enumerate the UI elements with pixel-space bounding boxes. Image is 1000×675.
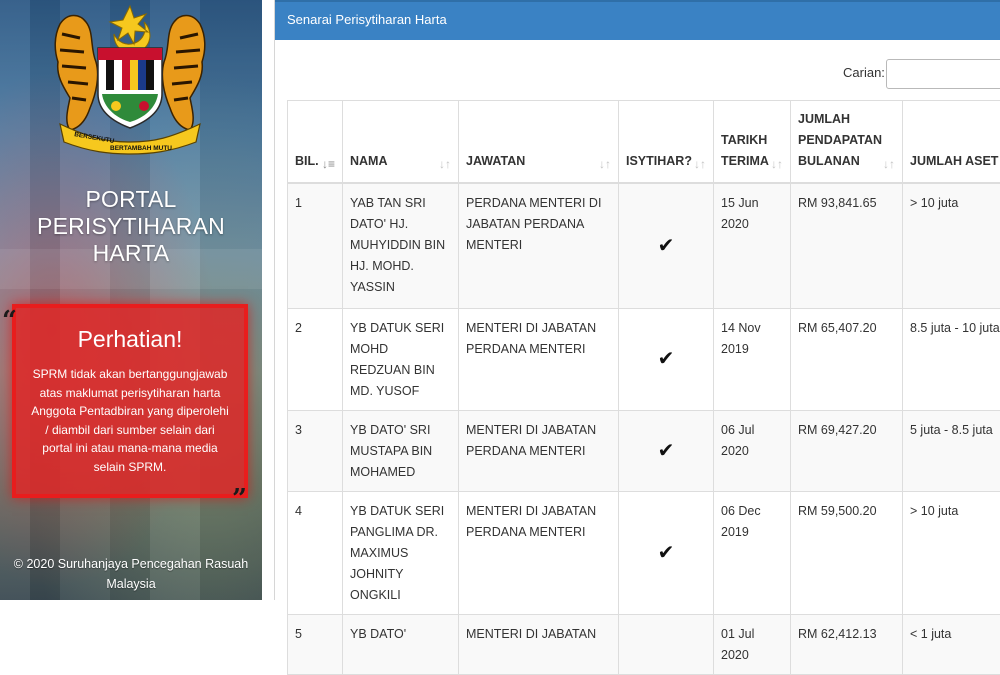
notice-text: SPRM tidak akan bertanggungjawab atas ma… [30, 365, 230, 477]
sidebar-divider [0, 249, 262, 289]
column-header-bil-label: BIL. [295, 154, 319, 168]
column-header-tarikh-line1: TARIKH [721, 130, 770, 151]
notice-title: Perhatian! [30, 326, 230, 353]
sort-ascending-icon[interactable]: ↓≡ [322, 157, 335, 171]
sort-icon[interactable]: ↓↑ [599, 157, 611, 171]
column-header-isytihar[interactable]: ISYTIHAR? ↓↑ [619, 101, 714, 184]
column-header-pendapatan-line3: BULANAN [798, 151, 882, 172]
checkmark-icon: ✔ [619, 491, 714, 614]
search-label: Carian: [843, 65, 885, 80]
table-row[interactable]: 2 YB DATUK SERI MOHD REDZUAN BIN MD. YUS… [288, 308, 1000, 410]
column-header-jawatan[interactable]: JAWATAN ↓↑ [459, 101, 619, 184]
cell-jawatan: PERDANA MENTERI DI JABATAN PERDANA MENTE… [459, 183, 619, 308]
column-header-nama[interactable]: NAMA ↓↑ [343, 101, 459, 184]
cell-tarikh: 01 Jul 2020 [714, 614, 791, 674]
checkmark-icon: ✔ [619, 410, 714, 491]
column-header-nama-label: NAMA [350, 154, 388, 168]
sort-icon[interactable]: ↓↑ [439, 157, 451, 171]
column-header-bil[interactable]: BIL. ↓≡ [288, 101, 343, 184]
cell-pendapatan: RM 59,500.20 [791, 491, 903, 614]
declaration-table: BIL. ↓≡ NAMA ↓↑ JAWATAN ↓↑ ISYTIHAR? ↓↑ … [287, 100, 1000, 675]
cell-nama: YAB TAN SRI DATO' HJ. MUHYIDDIN BIN HJ. … [343, 183, 459, 308]
cell-aset: 8.5 juta - 10 juta [903, 308, 1000, 410]
cell-aset: > 10 juta [903, 491, 1000, 614]
cell-bil: 3 [288, 410, 343, 491]
cell-nama: YB DATO' [343, 614, 459, 674]
cell-tarikh: 06 Jul 2020 [714, 410, 791, 491]
cell-bil: 2 [288, 308, 343, 410]
portal-title-line1: PORTAL PERISYTIHARAN [0, 186, 262, 240]
checkmark-icon [619, 614, 714, 674]
cell-bil: 4 [288, 491, 343, 614]
sort-icon[interactable]: ↓↑ [771, 157, 783, 171]
cell-jawatan: MENTERI DI JABATAN PERDANA MENTERI [459, 410, 619, 491]
checkmark-icon: ✔ [619, 308, 714, 410]
table-row[interactable]: 3 YB DATO' SRI MUSTAPA BIN MOHAMED MENTE… [288, 410, 1000, 491]
cell-jawatan: MENTERI DI JABATAN PERDANA MENTERI [459, 308, 619, 410]
copyright-line1: © 2020 Suruhanjaya Pencegahan Rasuah [0, 554, 262, 574]
cell-nama: YB DATUK SERI PANGLIMA DR. MAXIMUS JOHNI… [343, 491, 459, 614]
column-header-isytihar-label: ISYTIHAR? [626, 154, 692, 168]
cell-tarikh: 15 Jun 2020 [714, 183, 791, 308]
sidebar: BERSEKUTU BERTAMBAH MUTU PORTAL PERISYTI… [0, 0, 262, 600]
column-header-pendapatan-line2: PENDAPATAN [798, 130, 882, 151]
sort-icon[interactable]: ↓↑ [694, 157, 706, 171]
cell-nama: YB DATO' SRI MUSTAPA BIN MOHAMED [343, 410, 459, 491]
cell-pendapatan: RM 65,407.20 [791, 308, 903, 410]
close-quote-icon: ” [232, 486, 247, 512]
cell-aset: > 10 juta [903, 183, 1000, 308]
cell-nama: YB DATUK SERI MOHD REDZUAN BIN MD. YUSOF [343, 308, 459, 410]
search-input[interactable] [886, 59, 1000, 89]
svg-text:BERTAMBAH MUTU: BERTAMBAH MUTU [110, 145, 172, 152]
cell-tarikh: 06 Dec 2019 [714, 491, 791, 614]
cell-bil: 1 [288, 183, 343, 308]
panel-heading: Senarai Perisytiharan Harta [275, 0, 1000, 40]
table-row[interactable]: 4 YB DATUK SERI PANGLIMA DR. MAXIMUS JOH… [288, 491, 1000, 614]
cell-pendapatan: RM 93,841.65 [791, 183, 903, 308]
checkmark-icon: ✔ [619, 183, 714, 308]
column-header-tarikh-line2: TERIMA [721, 151, 770, 172]
copyright: © 2020 Suruhanjaya Pencegahan Rasuah Mal… [0, 554, 262, 594]
cell-aset: < 1 juta [903, 614, 1000, 674]
cell-jawatan: MENTERI DI JABATAN PERDANA MENTERI [459, 491, 619, 614]
cell-tarikh: 14 Nov 2019 [714, 308, 791, 410]
cell-aset: 5 juta - 8.5 juta [903, 410, 1000, 491]
table-row[interactable]: 5 YB DATO' MENTERI DI JABATAN 01 Jul 202… [288, 614, 1000, 674]
column-header-aset-label: JUMLAH ASET [910, 154, 998, 168]
table-row[interactable]: 1 YAB TAN SRI DATO' HJ. MUHYIDDIN BIN HJ… [288, 183, 1000, 308]
coat-of-arms-icon: BERSEKUTU BERTAMBAH MUTU [50, 4, 210, 156]
copyright-line2: Malaysia [0, 574, 262, 594]
column-header-jawatan-label: JAWATAN [466, 154, 525, 168]
column-header-tarikh[interactable]: TARIKH TERIMA ↓↑ [714, 101, 791, 184]
sort-icon[interactable]: ↓↑ [883, 157, 895, 171]
column-header-aset[interactable]: JUMLAH ASET [903, 101, 1000, 184]
cell-jawatan: MENTERI DI JABATAN [459, 614, 619, 674]
column-header-pendapatan[interactable]: JUMLAH PENDAPATAN BULANAN ↓↑ [791, 101, 903, 184]
cell-bil: 5 [288, 614, 343, 674]
column-header-pendapatan-line1: JUMLAH [798, 109, 882, 130]
notice-box: Perhatian! SPRM tidak akan bertanggungja… [12, 304, 248, 498]
cell-pendapatan: RM 62,412.13 [791, 614, 903, 674]
main-panel: Senarai Perisytiharan Harta Carian: BIL.… [274, 0, 1000, 600]
open-quote-icon: “ [2, 308, 17, 334]
table-header-row: BIL. ↓≡ NAMA ↓↑ JAWATAN ↓↑ ISYTIHAR? ↓↑ … [288, 101, 1000, 184]
cell-pendapatan: RM 69,427.20 [791, 410, 903, 491]
